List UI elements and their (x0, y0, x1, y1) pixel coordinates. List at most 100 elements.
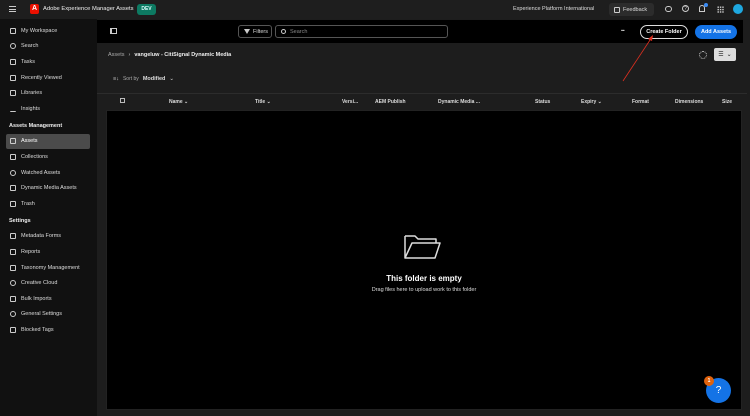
env-badge: DEV (137, 4, 156, 15)
label: Recently Viewed (21, 74, 62, 81)
list-view-icon: ☰ (718, 52, 724, 58)
creative-cloud-icon (10, 280, 16, 287)
add-assets-button[interactable]: Add Assets (695, 25, 737, 39)
label: My Workspace (21, 27, 58, 34)
sidebar-item-watched-assets[interactable]: Watched Assets (0, 165, 97, 181)
label: Trash (21, 200, 35, 207)
sidebar-item-creative-cloud[interactable]: Creative Cloud (0, 275, 97, 291)
label: Taxonomy Management (21, 264, 80, 271)
reports-icon (10, 248, 16, 255)
sidebar-item-blocked-tags[interactable]: Blocked Tags (0, 322, 97, 338)
sidebar-item-collections[interactable]: Collections (0, 149, 97, 165)
search-icon (281, 29, 286, 34)
workspace-icon (10, 27, 16, 34)
app-title: Adobe Experience Manager Assets (43, 6, 134, 12)
column-status[interactable]: Status (535, 99, 550, 105)
label: Tasks (21, 58, 36, 65)
select-all-checkbox[interactable] (120, 98, 125, 103)
sort-control[interactable]: ≡↓ Sort by Modified ⌄ (113, 76, 174, 82)
column-aem-publish[interactable]: AEM Publish (375, 99, 406, 105)
annotation-arrow (622, 35, 653, 82)
libraries-icon (10, 90, 16, 97)
column-size[interactable]: Size (722, 99, 732, 105)
user-avatar[interactable] (733, 4, 743, 14)
sidebar-item-recently-viewed[interactable]: Recently Viewed (0, 70, 97, 86)
sidebar-item-general-settings[interactable]: General Settings (0, 307, 97, 323)
label: Metadata Forms (21, 233, 62, 240)
assets-drop-zone[interactable]: This folder is empty Drag files here to … (106, 110, 742, 410)
adobe-logo-icon: A (30, 4, 39, 14)
sidebar-item-libraries[interactable]: Libraries (0, 85, 97, 101)
sidebar-item-dynamic-media-assets[interactable]: Dynamic Media Assets (0, 180, 97, 196)
column-dimensions[interactable]: Dimensions (675, 99, 703, 105)
settings-gear-icon[interactable] (699, 51, 707, 59)
feedback-button[interactable]: Feedback (609, 3, 654, 16)
chevron-right-icon: › (128, 52, 131, 58)
chat-icon[interactable] (665, 6, 672, 12)
column-expiry[interactable]: Expiry ⌄ (581, 99, 602, 105)
metadata-forms-icon (10, 233, 16, 240)
search-placeholder: Search (290, 28, 308, 35)
collections-icon (10, 153, 16, 160)
sidebar-item-my-workspace[interactable]: My Workspace (0, 23, 97, 39)
sidebar-item-metadata-forms[interactable]: Metadata Forms (0, 229, 97, 245)
label: Assets (21, 138, 38, 145)
label: General Settings (21, 311, 62, 318)
breadcrumb-current: vangeluw - CitiSignal Dynamic Media (134, 52, 232, 58)
help-badge: 1 (704, 376, 714, 386)
chevron-down-icon: ⌄ (169, 76, 175, 82)
sidebar-item-trash[interactable]: Trash (0, 196, 97, 212)
toggle-rail-icon[interactable] (110, 28, 117, 34)
breadcrumb-root[interactable]: Assets (108, 52, 125, 58)
sort-value: Modified (142, 76, 166, 82)
label: Watched Assets (21, 169, 61, 176)
label: Collections (21, 153, 48, 160)
hamburger-menu-icon[interactable] (9, 6, 16, 12)
filter-icon (244, 29, 250, 34)
column-dynamic-media[interactable]: Dynamic Media ... (438, 99, 480, 105)
empty-folder-icon (404, 235, 441, 259)
sidebar: My Workspace Search Tasks Recently Viewe… (0, 19, 97, 416)
trash-icon (10, 200, 16, 207)
column-format[interactable]: Format (632, 99, 649, 105)
feedback-icon (614, 6, 620, 13)
help-icon[interactable]: ? (682, 5, 689, 12)
empty-state-subtitle: Drag files here to upload work to this f… (371, 287, 477, 293)
chevron-down-icon: ⌄ (726, 52, 732, 58)
label: Bulk Imports (21, 295, 52, 302)
sidebar-item-taxonomy-management[interactable]: Taxonomy Management (0, 260, 97, 276)
org-switcher[interactable]: Experience Platform International (513, 6, 594, 12)
top-bar: A Adobe Experience Manager Assets DEV Ex… (0, 0, 750, 19)
taxonomy-icon (10, 264, 16, 271)
sidebar-item-search[interactable]: Search (0, 39, 97, 55)
sidebar-item-tasks[interactable]: Tasks (0, 54, 97, 70)
section-assets-management: Assets Management (9, 123, 63, 130)
view-switcher[interactable]: ☰ ⌄ (714, 48, 736, 61)
label: Blocked Tags (21, 326, 54, 333)
search-input[interactable]: Search (275, 25, 448, 38)
help-chat-icon: ? (715, 385, 722, 396)
recent-icon (10, 74, 16, 81)
empty-state-title: This folder is empty (386, 274, 462, 283)
section-settings: Settings (9, 218, 31, 225)
label: Insights (21, 105, 40, 112)
sort-label: Sort by (122, 76, 139, 82)
gear-icon (10, 311, 16, 318)
insights-icon (10, 106, 16, 112)
apps-grid-icon[interactable] (717, 6, 724, 13)
tasks-icon (10, 58, 16, 65)
sidebar-item-bulk-imports[interactable]: Bulk Imports (0, 291, 97, 307)
column-version[interactable]: Versi... (342, 99, 358, 105)
sort-order-icon[interactable]: ≡↓ (113, 76, 119, 82)
filters-button[interactable]: Filters (238, 25, 272, 38)
bulk-import-icon (10, 295, 16, 302)
column-name[interactable]: Name ⌄ (169, 99, 188, 105)
sidebar-item-reports[interactable]: Reports (0, 244, 97, 260)
filters-label: Filters (253, 28, 268, 35)
label: Libraries (21, 90, 43, 97)
dynamic-media-icon (10, 185, 16, 192)
label: Reports (21, 248, 41, 255)
column-title[interactable]: Title ⌄ (255, 99, 271, 105)
sidebar-item-assets[interactable]: Assets (6, 133, 90, 150)
sidebar-item-insights[interactable]: Insights (0, 101, 97, 117)
